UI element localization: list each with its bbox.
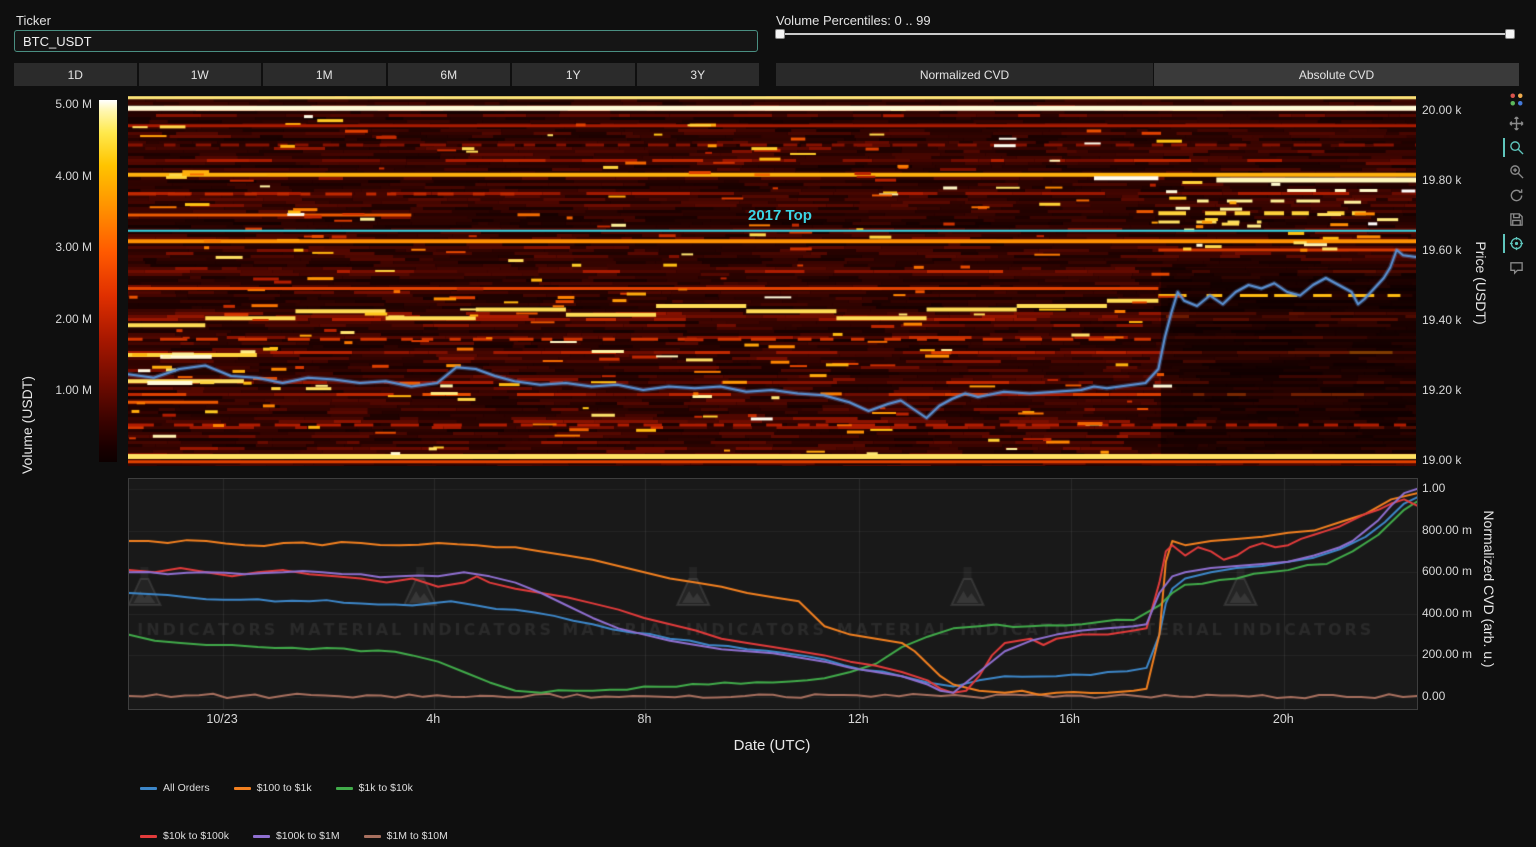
slider-handle-min[interactable] — [775, 29, 785, 39]
date-tick: 8h — [638, 712, 652, 726]
legend-item-100-to-1k[interactable]: $100 to $1k — [234, 782, 312, 794]
colorbar-tick: 1.00 M — [55, 383, 92, 397]
tooltip-icon[interactable] — [1503, 258, 1527, 277]
normalized-cvd-button[interactable]: Normalized CVD — [776, 63, 1153, 86]
zoom-icon[interactable] — [1503, 138, 1527, 157]
cvd-tick: 1.00 — [1422, 481, 1492, 495]
date-tick: 12h — [848, 712, 869, 726]
timeframe-1y-button[interactable]: 1Y — [512, 63, 635, 86]
colorbar-tick: 4.00 M — [55, 169, 92, 183]
crosshair-icon[interactable] — [1503, 234, 1527, 253]
date-tick: 4h — [426, 712, 440, 726]
legend-row-2: $10k to $100k $100k to $1M $1M to $10M — [140, 830, 472, 842]
ticker-input[interactable] — [14, 30, 758, 52]
cvd-chart[interactable] — [128, 478, 1418, 710]
legend-label: $10k to $100k — [163, 830, 229, 842]
volume-percentiles-slider[interactable] — [775, 27, 1515, 41]
legend-swatch — [364, 835, 381, 838]
liquidity-heatmap-chart[interactable] — [128, 96, 1416, 466]
price-tick: 19.20 k — [1422, 383, 1482, 397]
price-tick: 19.80 k — [1422, 173, 1482, 187]
app-root: Ticker Volume Percentiles: 0 .. 99 1D 1W… — [0, 0, 1536, 847]
legend-swatch — [234, 787, 251, 790]
price-tick: 19.00 k — [1422, 453, 1482, 467]
date-axis-title: Date (UTC) — [734, 737, 811, 754]
timeframe-buttons: 1D 1W 1M 6M 1Y 3Y — [14, 63, 759, 86]
legend-item-10k-to-100k[interactable]: $10k to $100k — [140, 830, 229, 842]
legend-label: $1k to $10k — [359, 782, 413, 794]
slider-track — [779, 33, 1511, 35]
date-tick: 20h — [1273, 712, 1294, 726]
colorbar-tick: 2.00 M — [55, 312, 92, 326]
date-tick: 10/23 — [206, 712, 237, 726]
colorbar-tick: 3.00 M — [55, 240, 92, 254]
plotly-logo-icon[interactable] — [1503, 90, 1527, 109]
legend-item-all-orders[interactable]: All Orders — [140, 782, 210, 794]
slider-handle-max[interactable] — [1505, 29, 1515, 39]
timeframe-6m-button[interactable]: 6M — [388, 63, 511, 86]
legend-swatch — [140, 787, 157, 790]
price-axis-title: Price (USDT) — [1473, 241, 1489, 324]
autoscale-icon[interactable] — [1503, 186, 1527, 205]
colorbar-ticks: 5.00 M 4.00 M 3.00 M 2.00 M 1.00 M — [30, 97, 92, 397]
timeframe-1w-button[interactable]: 1W — [139, 63, 262, 86]
legend-label: $1M to $10M — [387, 830, 448, 842]
cvd-axis-title: Normalized CVD (arb. u.) — [1481, 510, 1497, 667]
colorbar-tick: 5.00 M — [55, 97, 92, 111]
date-axis-ticks: 10/23 4h 8h 12h 16h 20h — [128, 712, 1416, 728]
zoom-in-icon[interactable] — [1503, 162, 1527, 181]
save-icon[interactable] — [1503, 210, 1527, 229]
legend-row-1: All Orders $100 to $1k $1k to $10k — [140, 782, 437, 794]
timeframe-1d-button[interactable]: 1D — [14, 63, 137, 86]
timeframe-3y-button[interactable]: 3Y — [637, 63, 760, 86]
modebar — [1503, 90, 1527, 282]
price-tick: 20.00 k — [1422, 103, 1482, 117]
volume-percentiles-label: Volume Percentiles: 0 .. 99 — [776, 13, 931, 28]
heatmap-annotation: 2017 Top — [748, 207, 812, 224]
legend-swatch — [140, 835, 157, 838]
legend-swatch — [253, 835, 270, 838]
ticker-label: Ticker — [16, 13, 51, 28]
legend-label: All Orders — [163, 782, 210, 794]
volume-colorbar — [99, 100, 117, 462]
pan-icon[interactable] — [1503, 114, 1527, 133]
timeframe-1m-button[interactable]: 1M — [263, 63, 386, 86]
legend-item-1m-to-10m[interactable]: $1M to $10M — [364, 830, 448, 842]
legend-item-1k-to-10k[interactable]: $1k to $10k — [336, 782, 413, 794]
legend-swatch — [336, 787, 353, 790]
cvd-tick: 0.00 — [1422, 689, 1492, 703]
absolute-cvd-button[interactable]: Absolute CVD — [1154, 63, 1519, 86]
legend-label: $100k to $1M — [276, 830, 340, 842]
legend-item-100k-to-1m[interactable]: $100k to $1M — [253, 830, 340, 842]
legend-label: $100 to $1k — [257, 782, 312, 794]
date-tick: 16h — [1059, 712, 1080, 726]
